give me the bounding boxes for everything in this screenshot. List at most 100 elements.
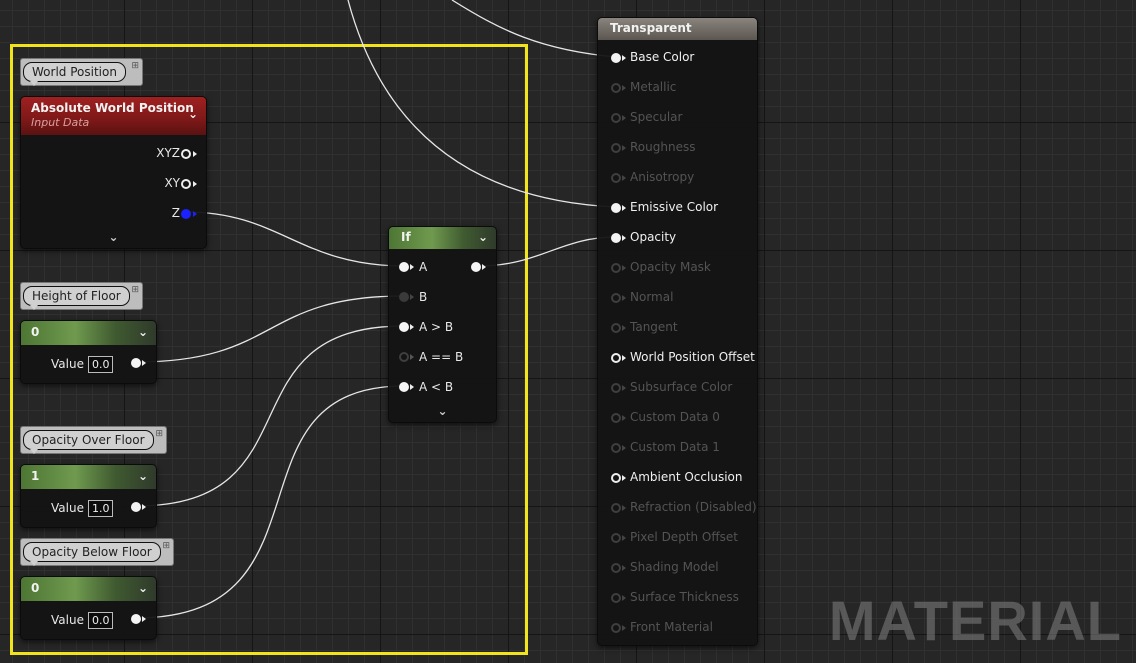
input-a-gt-b-label: A > B: [419, 320, 454, 334]
input-a-label: A: [419, 260, 428, 274]
material-result-node[interactable]: Transparent Base Color Metallic Specular Ro…: [597, 17, 758, 646]
output-pin[interactable]: [471, 262, 481, 272]
pin-icon[interactable]: ⊞: [131, 61, 139, 71]
input-b-pin[interactable]: [399, 292, 409, 302]
material-input-label: Metallic: [630, 80, 677, 94]
arrow-icon: [622, 565, 626, 571]
material-input-pin[interactable]: [611, 503, 621, 513]
input-a-eq-b-pin[interactable]: [399, 352, 409, 362]
comment-opacity-over-floor[interactable]: Opacity Over Floor: [23, 430, 154, 450]
pin-icon[interactable]: ⊞: [162, 541, 170, 551]
comment-height-of-floor[interactable]: Height of Floor: [23, 286, 130, 306]
arrow-icon: [622, 385, 626, 391]
value-row: Value 1.0: [51, 500, 114, 517]
material-input-pin[interactable]: [611, 83, 621, 93]
arrow-icon: [142, 360, 146, 366]
arrow-icon: [622, 475, 626, 481]
node-title: If: [401, 230, 411, 244]
opacity-below-floor-node[interactable]: 0 ⌄ Value 0.0: [20, 576, 157, 640]
input-a-lt-b-label: A < B: [419, 380, 454, 394]
node-header[interactable]: 0 ⌄: [21, 321, 156, 345]
material-input-pin[interactable]: [611, 203, 621, 213]
chevron-down-icon[interactable]: ⌄: [188, 107, 198, 121]
material-input-pin[interactable]: [611, 113, 621, 123]
arrow-icon: [410, 324, 414, 330]
material-input-pin[interactable]: [611, 533, 621, 543]
material-input-pin[interactable]: [611, 623, 621, 633]
expand-chevron-icon[interactable]: ⌄: [108, 230, 118, 244]
node-title: 1: [31, 469, 40, 483]
node-title: 0: [31, 325, 40, 339]
arrow-icon: [622, 415, 626, 421]
output-pin[interactable]: [131, 502, 141, 512]
output-xyz-pin[interactable]: [181, 149, 191, 159]
material-input-pin[interactable]: [611, 473, 621, 483]
output-pin[interactable]: [131, 614, 141, 624]
node-subtitle: Input Data: [31, 116, 90, 129]
chevron-down-icon[interactable]: ⌄: [478, 230, 488, 244]
material-input-label: Custom Data 0: [630, 410, 720, 424]
arrow-icon: [622, 85, 626, 91]
output-z-pin[interactable]: [181, 209, 191, 219]
output-xy-pin[interactable]: [181, 179, 191, 189]
value-input[interactable]: 0.0: [87, 356, 114, 373]
material-input-pin[interactable]: [611, 53, 621, 63]
height-of-floor-node[interactable]: 0 ⌄ Value 0.0: [20, 320, 157, 384]
material-input-pin[interactable]: [611, 443, 621, 453]
material-input-pin[interactable]: [611, 353, 621, 363]
arrow-icon: [622, 325, 626, 331]
node-title: Transparent: [610, 21, 692, 35]
node-header[interactable]: 0 ⌄: [21, 577, 156, 601]
material-input-pin[interactable]: [611, 563, 621, 573]
material-input-label: Custom Data 1: [630, 440, 720, 454]
node-header[interactable]: 1 ⌄: [21, 465, 156, 489]
material-input-pin[interactable]: [611, 383, 621, 393]
value-input[interactable]: 0.0: [87, 612, 114, 629]
chevron-down-icon[interactable]: ⌄: [138, 581, 148, 595]
material-input-pin[interactable]: [611, 413, 621, 423]
input-a-eq-b-label: A == B: [419, 350, 464, 364]
chevron-down-icon[interactable]: ⌄: [138, 325, 148, 339]
material-input-label: Subsurface Color: [630, 380, 733, 394]
comment-tail: [30, 561, 38, 566]
output-xy-label: XY: [164, 176, 180, 190]
arrow-icon: [193, 151, 197, 157]
absolute-world-position-node[interactable]: Absolute World Position Input Data ⌄ XYZ…: [20, 96, 207, 249]
arrow-icon: [193, 211, 197, 217]
opacity-over-floor-node[interactable]: 1 ⌄ Value 1.0: [20, 464, 157, 528]
arrow-icon: [142, 504, 146, 510]
chevron-down-icon[interactable]: ⌄: [138, 469, 148, 483]
arrow-icon: [622, 595, 626, 601]
input-a-pin[interactable]: [399, 262, 409, 272]
comment-tail: [30, 305, 38, 310]
value-input[interactable]: 1.0: [87, 500, 114, 517]
input-a-gt-b-pin[interactable]: [399, 322, 409, 332]
material-input-pin[interactable]: [611, 293, 621, 303]
material-input-label: Front Material: [630, 620, 713, 634]
material-input-pin[interactable]: [611, 323, 621, 333]
arrow-icon: [622, 115, 626, 121]
arrow-icon: [193, 181, 197, 187]
comment-opacity-below-floor[interactable]: Opacity Below Floor: [23, 542, 161, 562]
pin-icon[interactable]: ⊞: [155, 429, 163, 439]
if-node[interactable]: If ⌄ A B A > B A == B A < B ⌄: [388, 226, 497, 423]
material-input-pin[interactable]: [611, 233, 621, 243]
material-input-pin[interactable]: [611, 143, 621, 153]
material-input-pin[interactable]: [611, 173, 621, 183]
arrow-icon: [410, 264, 414, 270]
node-header[interactable]: Absolute World Position Input Data ⌄: [21, 97, 206, 135]
material-input-label: Emissive Color: [630, 200, 719, 214]
arrow-icon: [622, 265, 626, 271]
comment-tail: [30, 81, 38, 86]
expand-chevron-icon[interactable]: ⌄: [437, 404, 447, 418]
material-input-label: Opacity: [630, 230, 677, 244]
comment-world-position[interactable]: World Position: [23, 62, 126, 82]
pin-icon[interactable]: ⊞: [131, 285, 139, 295]
arrow-icon: [410, 294, 414, 300]
node-header[interactable]: If ⌄: [389, 227, 496, 249]
input-a-lt-b-pin[interactable]: [399, 382, 409, 392]
material-input-pin[interactable]: [611, 593, 621, 603]
material-input-pin[interactable]: [611, 263, 621, 273]
output-pin[interactable]: [131, 358, 141, 368]
node-header[interactable]: Transparent: [598, 18, 757, 40]
